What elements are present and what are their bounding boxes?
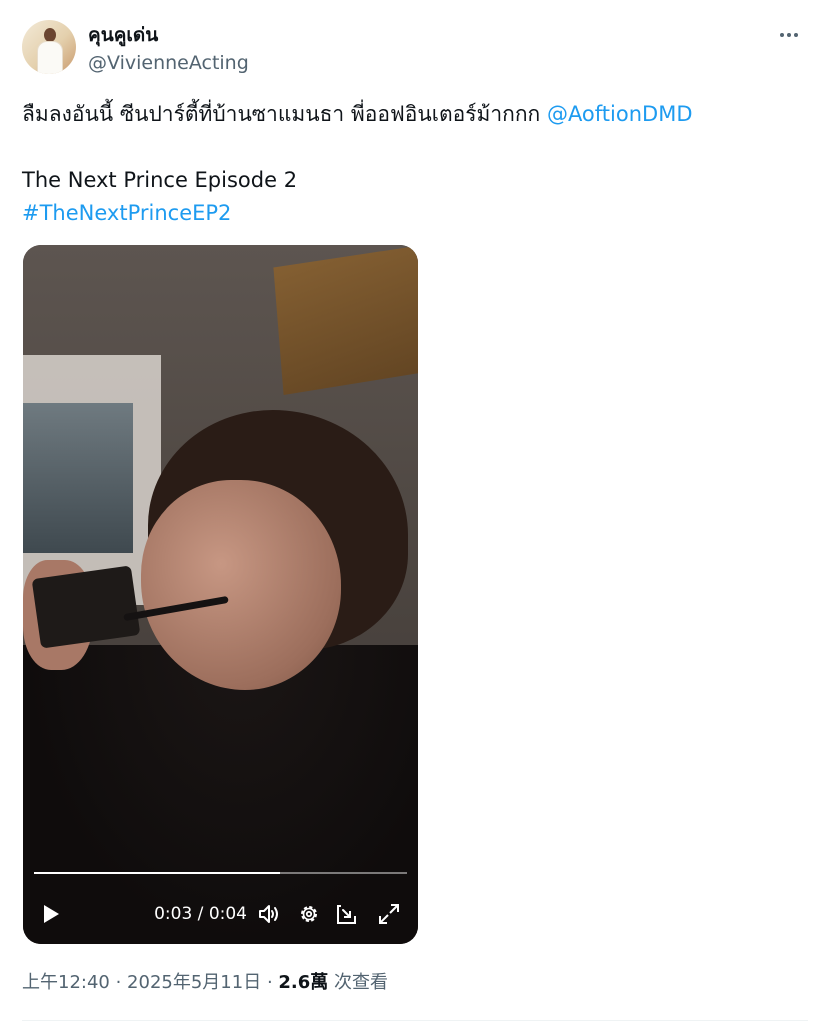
play-icon (44, 905, 59, 923)
hashtag-link[interactable]: #TheNextPrinceEP2 (22, 201, 231, 225)
video-progress-fill (34, 872, 281, 874)
video-frame-person-face (141, 480, 341, 690)
tweet-line-1: ลืมลงอันนี้ ซีนปาร์ตี้ที่บ้านซาแมนธา พี่… (22, 98, 802, 131)
tweet-date[interactable]: 2025年5月11日 (127, 972, 261, 993)
tweet-line-2: The Next Prince Episode 2 (22, 168, 298, 192)
more-options-button[interactable] (770, 20, 808, 50)
video-player[interactable]: 0:03 / 0:04 (23, 245, 418, 944)
meta-separator: · (261, 972, 279, 993)
author-handle[interactable]: @VivienneActing (88, 50, 249, 76)
more-dot-icon (780, 33, 784, 37)
video-time-display: 0:03 / 0:04 (141, 900, 247, 928)
settings-button[interactable] (295, 900, 323, 928)
divider (22, 1020, 808, 1021)
video-duration: 0:04 (208, 904, 247, 924)
avatar-figure-body (37, 41, 63, 74)
volume-icon (259, 905, 278, 923)
author-display-name[interactable]: คุนคูเด่น (88, 22, 158, 48)
volume-button[interactable] (255, 900, 283, 928)
video-frame-radio (31, 565, 141, 649)
tweet-line-1-text: ลืมลงอันนี้ ซีนปาร์ตี้ที่บ้านซาแมนธา พี่… (22, 102, 547, 126)
mention-link[interactable]: @AoftionDMD (547, 102, 693, 126)
views-count: 2.6萬 (278, 972, 329, 993)
tweet-text: ลืมลงอันนี้ ซีนปาร์ตี้ที่บ้านซาแมนธา พี่… (22, 98, 802, 230)
tweet-metadata: 上午12:40 · 2025年5月11日 · 2.6萬 次查看 (22, 969, 388, 997)
play-button[interactable] (35, 900, 67, 928)
dock-icon (337, 905, 356, 924)
video-progress-bar[interactable] (34, 872, 407, 874)
more-dot-icon (794, 33, 798, 37)
tweet-time[interactable]: 上午12:40 (22, 972, 110, 993)
fullscreen-icon (379, 904, 399, 924)
video-current-time: 0:03 (154, 904, 193, 924)
video-frame-window-glass (23, 403, 133, 553)
dock-button[interactable] (333, 900, 361, 928)
more-dot-icon (787, 33, 791, 37)
settings-icon (301, 906, 317, 922)
avatar-figure-head (44, 28, 56, 42)
views-label: 次查看 (328, 972, 389, 993)
tweet-line-3: #TheNextPrinceEP2 (22, 197, 802, 230)
avatar[interactable] (22, 20, 76, 74)
video-time-separator: / (192, 904, 209, 924)
meta-separator: · (109, 972, 128, 993)
fullscreen-button[interactable] (375, 900, 403, 928)
